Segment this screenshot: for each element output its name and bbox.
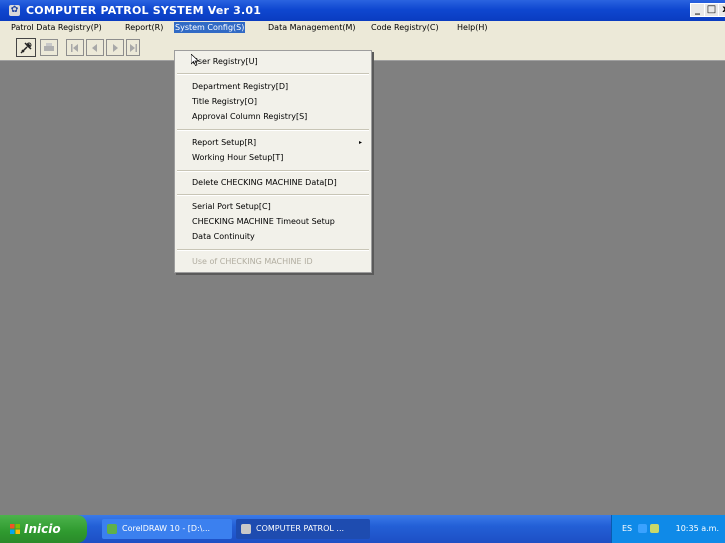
title-bar[interactable]: ✿ COMPUTER PATROL SYSTEM Ver 3.01 _ □ x bbox=[0, 0, 725, 21]
menu-item-timeout-setup[interactable]: CHECKING MACHINE Timeout Setup bbox=[192, 217, 335, 226]
menu-item-approval-column-registry[interactable]: Approval Column Registry[S] bbox=[192, 112, 307, 121]
taskbar-item-coreldraw[interactable]: CorelDRAW 10 - [D:\... bbox=[102, 519, 232, 539]
menu-help[interactable]: Help(H) bbox=[456, 22, 489, 33]
first-record-icon[interactable] bbox=[66, 39, 84, 56]
menu-separator bbox=[177, 249, 369, 251]
menu-data-management[interactable]: Data Management(M) bbox=[267, 22, 357, 33]
close-button[interactable]: x bbox=[718, 3, 725, 17]
menu-item-user-registry[interactable]: User Registry[U] bbox=[192, 57, 258, 66]
menu-patrol-data-registry[interactable]: Patrol Data Registry(P) bbox=[10, 22, 103, 33]
network-icon[interactable] bbox=[638, 524, 647, 533]
app-icon[interactable]: ✿ bbox=[9, 5, 20, 16]
last-record-icon[interactable] bbox=[126, 39, 140, 56]
menu-item-report-setup[interactable]: Report Setup[R] bbox=[192, 138, 256, 147]
window-title: COMPUTER PATROL SYSTEM Ver 3.01 bbox=[26, 4, 262, 17]
taskbar: Inicio CorelDRAW 10 - [D:\... COMPUTER P… bbox=[0, 515, 725, 543]
tool-icon[interactable] bbox=[16, 38, 36, 57]
menu-separator bbox=[177, 73, 369, 75]
menu-item-delete-data[interactable]: Delete CHECKING MACHINE Data[D] bbox=[192, 178, 337, 187]
restore-button[interactable]: □ bbox=[704, 3, 719, 17]
prev-record-icon[interactable] bbox=[86, 39, 104, 56]
windows-flag-icon bbox=[10, 524, 20, 534]
menu-separator bbox=[177, 194, 369, 196]
menu-item-use-machine-id: Use of CHECKING MACHINE ID bbox=[192, 257, 313, 266]
submenu-arrow-icon: ▸ bbox=[358, 139, 362, 146]
language-indicator[interactable]: ES bbox=[622, 524, 632, 533]
volume-icon[interactable] bbox=[650, 524, 659, 533]
app-icon bbox=[241, 524, 251, 534]
coreldraw-icon bbox=[107, 524, 117, 534]
menu-bar: Patrol Data Registry(P) Report(R) System… bbox=[0, 21, 725, 34]
system-tray: ES 10:35 a.m. bbox=[611, 515, 725, 543]
menu-system-config[interactable]: System Config(S) bbox=[174, 22, 246, 33]
menu-separator bbox=[177, 129, 369, 131]
minimize-button[interactable]: _ bbox=[690, 3, 705, 17]
menu-item-data-continuity[interactable]: Data Continuity bbox=[192, 232, 255, 241]
menu-code-registry[interactable]: Code Registry(C) bbox=[370, 22, 440, 33]
menu-item-title-registry[interactable]: Title Registry[O] bbox=[192, 97, 257, 106]
next-record-icon[interactable] bbox=[106, 39, 124, 56]
task-label: COMPUTER PATROL ... bbox=[256, 524, 345, 533]
menu-item-working-hour-setup[interactable]: Working Hour Setup[T] bbox=[192, 153, 283, 162]
menu-report[interactable]: Report(R) bbox=[124, 22, 164, 33]
menu-item-serial-port-setup[interactable]: Serial Port Setup[C] bbox=[192, 202, 271, 211]
taskbar-item-patrol-system[interactable]: COMPUTER PATROL ... bbox=[236, 519, 370, 539]
system-config-dropdown: User Registry[U] Department Registry[D] … bbox=[174, 50, 372, 273]
menu-separator bbox=[177, 170, 369, 172]
start-label: Inicio bbox=[24, 522, 61, 536]
menu-item-department-registry[interactable]: Department Registry[D] bbox=[192, 82, 288, 91]
task-label: CorelDRAW 10 - [D:\... bbox=[122, 524, 211, 533]
print-icon[interactable] bbox=[40, 39, 58, 56]
mouse-cursor-icon bbox=[191, 54, 199, 66]
start-button[interactable]: Inicio bbox=[0, 515, 87, 543]
clock: 10:35 a.m. bbox=[675, 524, 719, 533]
